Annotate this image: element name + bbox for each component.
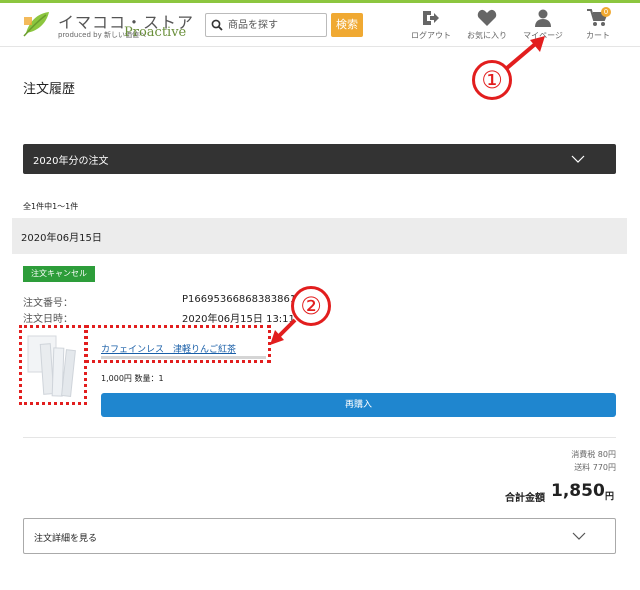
order-datetime-value: 2020年06月15日 13:11 bbox=[182, 314, 295, 325]
tax-amount: 消費税 80円 bbox=[571, 450, 616, 459]
rebuy-button[interactable]: 再購入 bbox=[101, 393, 616, 417]
highlight-product-link bbox=[85, 325, 271, 363]
search-button[interactable]: 検索 bbox=[331, 13, 363, 37]
order-date: 2020年06月15日 bbox=[21, 233, 102, 244]
store-logo[interactable]: イマココ・ストア produced by 新しい価値へ Proactive bbox=[22, 9, 202, 43]
price-quantity: 1,000円 数量：1 bbox=[101, 374, 164, 383]
order-number-label: 注文番号： bbox=[23, 298, 73, 309]
page-title: 注文履歴 bbox=[23, 82, 76, 97]
chevron-down-icon bbox=[571, 155, 585, 163]
status-badge: 注文キャンセル bbox=[23, 266, 95, 282]
nav-cart-label: カート bbox=[586, 31, 610, 40]
total-label: 合計金額 bbox=[505, 493, 545, 504]
order-date-header: 2020年06月15日 bbox=[12, 218, 627, 254]
nav-mypage-label: マイページ bbox=[523, 31, 563, 40]
search-input[interactable] bbox=[228, 14, 324, 36]
nav-logout-label: ログアウト bbox=[411, 31, 451, 40]
heart-icon bbox=[477, 9, 497, 27]
nav-favorites[interactable]: お気に入り bbox=[462, 9, 512, 41]
highlight-thumbnail bbox=[19, 325, 87, 405]
site-header: イマココ・ストア produced by 新しい価値へ Proactive 検索… bbox=[0, 3, 640, 47]
result-count: 全1件中1〜1件 bbox=[23, 202, 79, 211]
order-datetime-label: 注文日時： bbox=[23, 314, 73, 325]
year-dropdown[interactable]: 2020年分の注文 bbox=[23, 144, 616, 174]
user-icon bbox=[535, 9, 551, 27]
cart-count-badge: 0 bbox=[601, 7, 611, 17]
nav-mypage[interactable]: マイページ bbox=[518, 9, 568, 41]
annotation-marker-2: ② bbox=[291, 286, 331, 326]
order-number-value: P16695366868383861 bbox=[182, 294, 297, 305]
total-unit: 円 bbox=[605, 492, 615, 502]
summary-divider bbox=[23, 437, 616, 438]
annotation-marker-1: ① bbox=[472, 60, 512, 100]
order-details-toggle[interactable]: 注文詳細を見る bbox=[23, 518, 616, 554]
logo-brand: Proactive bbox=[124, 25, 187, 40]
logout-icon bbox=[423, 11, 439, 25]
order-details-label: 注文詳細を見る bbox=[34, 534, 98, 544]
nav-cart[interactable]: 0 カート bbox=[573, 7, 623, 41]
chevron-down-icon bbox=[572, 532, 586, 540]
nav-favorites-label: お気に入り bbox=[467, 31, 507, 40]
total-value: 1,850 bbox=[551, 481, 605, 501]
nav-logout[interactable]: ログアウト bbox=[406, 9, 456, 41]
shipping-amount: 送料 770円 bbox=[574, 463, 616, 472]
search-icon bbox=[211, 19, 223, 31]
search-box bbox=[205, 13, 327, 37]
year-dropdown-label: 2020年分の注文 bbox=[33, 156, 109, 167]
logo-leaf-icon bbox=[23, 12, 49, 37]
